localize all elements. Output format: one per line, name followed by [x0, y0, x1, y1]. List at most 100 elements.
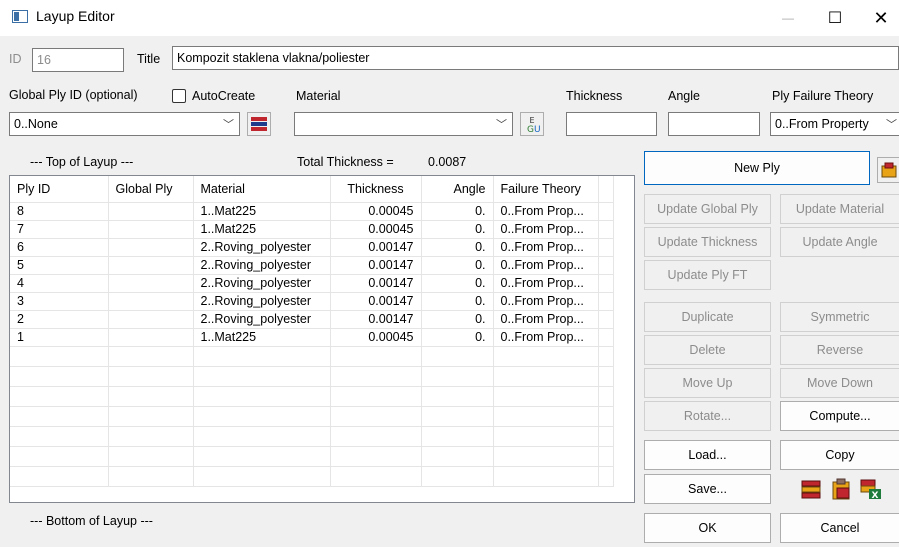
material-list-button[interactable] — [247, 112, 271, 136]
table-cell — [193, 466, 331, 487]
move-down-button[interactable]: Move Down — [780, 368, 899, 398]
col-ply-id[interactable]: Ply ID — [10, 176, 109, 203]
table-cell — [493, 446, 599, 467]
global-ply-select[interactable]: 0..None ﹀ — [9, 112, 240, 136]
table-cell: 0..From Prop... — [493, 238, 599, 257]
table-cell-spacer — [598, 292, 614, 311]
table-cell — [421, 426, 494, 447]
svg-text:U: U — [534, 125, 541, 133]
col-material[interactable]: Material — [193, 176, 331, 203]
title-label: Title — [137, 52, 161, 66]
total-thickness-label: Total Thickness = — [297, 155, 394, 169]
delete-button[interactable]: Delete — [644, 335, 771, 365]
update-thickness-button[interactable]: Update Thickness — [644, 227, 771, 257]
table-cell: 1..Mat225 — [193, 202, 331, 221]
copy-button[interactable]: Copy — [780, 440, 899, 470]
close-button[interactable]: ✕ — [858, 0, 899, 36]
autocreate-label: AutoCreate — [192, 89, 256, 103]
table-cell — [493, 426, 599, 447]
material-list-icon — [251, 117, 267, 131]
title-bar: Layup Editor — ☐ ✕ — [0, 0, 899, 36]
col-failure-theory[interactable]: Failure Theory — [493, 176, 599, 203]
table-cell: 2..Roving_polyester — [193, 310, 331, 329]
table-cell — [193, 366, 331, 387]
cancel-button[interactable]: Cancel — [780, 513, 899, 543]
update-ply-ft-button[interactable]: Update Ply FT — [644, 260, 771, 290]
table-row[interactable]: 3 2..Roving_polyester 0.00147 0. 0..From Pro… — [10, 292, 614, 311]
paste-ply-button[interactable] — [877, 157, 899, 183]
table-cell — [493, 366, 599, 387]
maximize-button[interactable]: ☐ — [812, 0, 858, 36]
table-cell: 2..Roving_polyester — [193, 274, 331, 293]
stack-icon[interactable] — [800, 478, 822, 500]
table-row[interactable]: 6 2..Roving_polyester 0.00147 0. 0..From Pro… — [10, 238, 614, 257]
table-cell: 0. — [421, 220, 494, 239]
table-cell — [193, 426, 331, 447]
minimize-button[interactable]: — — [765, 0, 811, 36]
col-thickness[interactable]: Thickness — [330, 176, 422, 203]
load-button[interactable]: Load... — [644, 440, 771, 470]
compute-button[interactable]: Compute... — [780, 401, 899, 431]
rotate-button[interactable]: Rotate... — [644, 401, 771, 431]
col-global-ply[interactable]: Global Ply — [108, 176, 194, 203]
table-cell: 3 — [10, 292, 109, 311]
angle-label: Angle — [668, 89, 700, 103]
function-button[interactable]: E G U — [520, 112, 544, 136]
ply-table[interactable]: Ply ID Global Ply Material Thickness Ang… — [9, 175, 635, 503]
table-cell: 5 — [10, 256, 109, 275]
update-angle-button[interactable]: Update Angle — [780, 227, 899, 257]
reverse-button[interactable]: Reverse — [780, 335, 899, 365]
table-cell: 0.00147 — [330, 238, 422, 257]
bottom-of-layup-label: --- Bottom of Layup --- — [30, 514, 153, 528]
col-angle[interactable]: Angle — [421, 176, 494, 203]
move-up-button[interactable]: Move Up — [644, 368, 771, 398]
new-ply-button[interactable]: New Ply — [644, 151, 870, 185]
table-cell: 2..Roving_polyester — [193, 292, 331, 311]
chevron-down-icon: ﹀ — [496, 119, 507, 131]
table-cell — [10, 446, 109, 467]
table-cell-spacer — [598, 274, 614, 293]
save-button[interactable]: Save... — [644, 474, 771, 504]
material-select[interactable]: ﹀ — [294, 112, 513, 136]
top-of-layup-label: --- Top of Layup --- — [30, 155, 134, 169]
table-cell — [330, 466, 422, 487]
angle-input[interactable] — [668, 112, 760, 136]
table-cell — [598, 466, 614, 487]
id-field[interactable] — [32, 48, 124, 72]
table-cell — [193, 446, 331, 467]
table-row[interactable]: 2 2..Roving_polyester 0.00147 0. 0..From Pro… — [10, 310, 614, 329]
autocreate-checkbox[interactable] — [172, 89, 186, 103]
table-cell — [421, 466, 494, 487]
table-row[interactable]: 8 1..Mat225 0.00045 0. 0..From Prop... — [10, 202, 614, 221]
update-global-ply-button[interactable]: Update Global Ply — [644, 194, 771, 224]
table-cell — [493, 346, 599, 367]
update-material-button[interactable]: Update Material — [780, 194, 899, 224]
table-row[interactable]: 7 1..Mat225 0.00045 0. 0..From Prop... — [10, 220, 614, 239]
table-cell — [108, 386, 194, 407]
table-cell-spacer — [598, 256, 614, 275]
thickness-input[interactable] — [566, 112, 657, 136]
chevron-down-icon: ﹀ — [886, 119, 897, 131]
export-icons: X — [800, 474, 899, 504]
table-cell: 0..From Prop... — [493, 328, 599, 347]
title-input[interactable] — [172, 46, 899, 70]
duplicate-button[interactable]: Duplicate — [644, 302, 771, 332]
symmetric-button[interactable]: Symmetric — [780, 302, 899, 332]
empty-table-row — [10, 446, 614, 467]
global-ply-label: Global Ply ID (optional) — [9, 88, 138, 102]
table-cell: 0. — [421, 238, 494, 257]
paste-ply-icon — [881, 162, 896, 178]
table-cell: 7 — [10, 220, 109, 239]
table-row[interactable]: 1 1..Mat225 0.00045 0. 0..From Prop... — [10, 328, 614, 347]
table-row[interactable]: 5 2..Roving_polyester 0.00147 0. 0..From Pro… — [10, 256, 614, 275]
table-cell: 0.00045 — [330, 328, 422, 347]
clipboard-icon[interactable] — [830, 478, 852, 500]
excel-icon[interactable]: X — [860, 478, 882, 500]
table-cell — [108, 274, 194, 293]
svg-text:E: E — [529, 116, 534, 125]
ok-button[interactable]: OK — [644, 513, 771, 543]
table-cell: 2 — [10, 310, 109, 329]
table-cell — [330, 406, 422, 427]
failure-theory-select[interactable]: 0..From Property ﹀ — [770, 112, 899, 136]
table-row[interactable]: 4 2..Roving_polyester 0.00147 0. 0..From Pro… — [10, 274, 614, 293]
